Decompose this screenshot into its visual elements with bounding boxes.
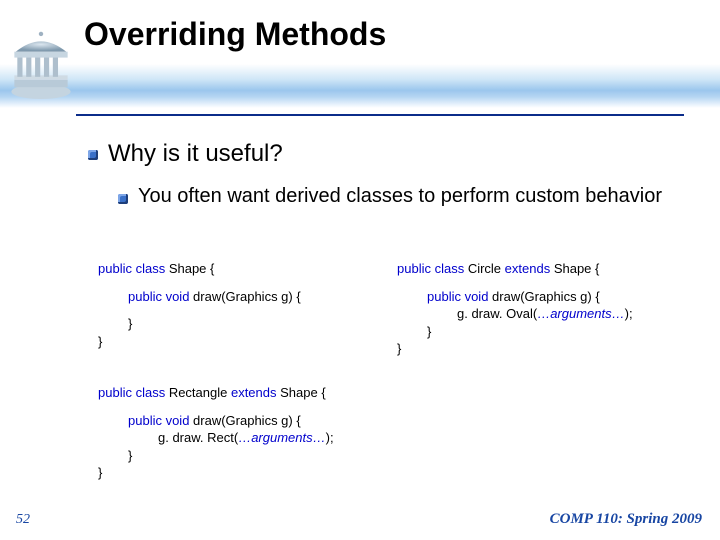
code-shape-class: public class Shape { public void draw(Gr…	[98, 260, 389, 358]
slide: Overriding Methods Why is it useful? You…	[0, 0, 720, 540]
header-gradient	[0, 64, 720, 108]
bullet-icon	[118, 194, 128, 204]
slide-title: Overriding Methods	[84, 16, 386, 53]
slide-body: Why is it useful? You often want derived…	[88, 140, 688, 209]
header-underline	[76, 114, 684, 116]
code-circle-class: public class Circle extends Shape { publ…	[397, 260, 688, 358]
bullet-level1: Why is it useful?	[88, 140, 688, 168]
slide-number: 52	[16, 512, 30, 528]
code-row-top: public class Shape { public void draw(Gr…	[98, 260, 688, 358]
bullet-level2: You often want derived classes to perfor…	[118, 184, 688, 209]
bullet1-text: Why is it useful?	[108, 140, 283, 168]
bullet-icon	[88, 150, 98, 160]
gazebo-logo-icon	[4, 28, 78, 102]
course-footer: COMP 110: Spring 2009	[550, 511, 702, 528]
bullet2-text: You often want derived classes to perfor…	[138, 184, 662, 209]
code-rectangle-class: public class Rectangle extends Shape { p…	[98, 384, 498, 482]
